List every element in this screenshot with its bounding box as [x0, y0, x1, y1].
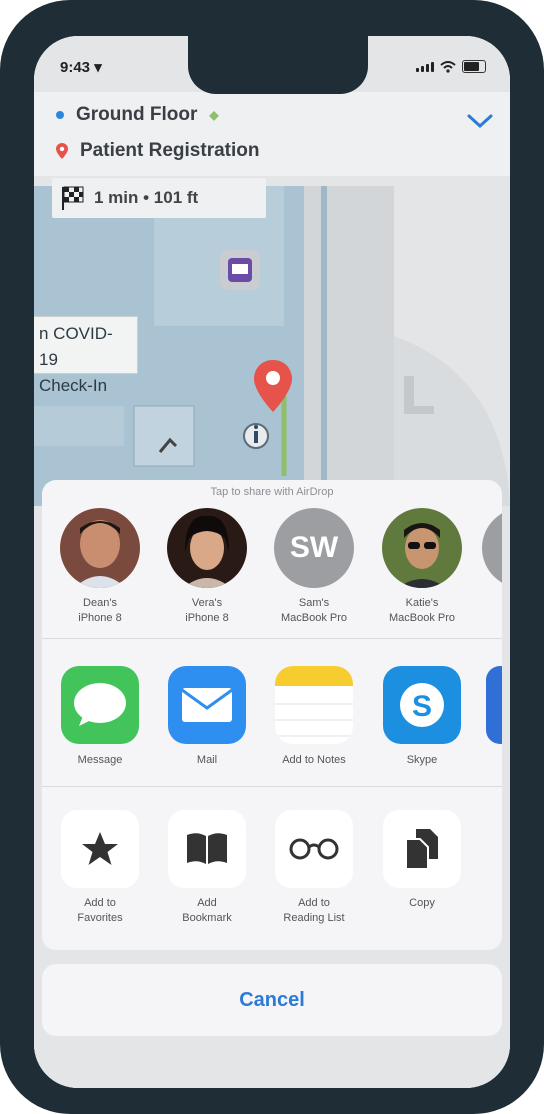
chevron-down-icon[interactable] [466, 112, 494, 130]
action-label: Copy [409, 897, 435, 909]
app-notes[interactable]: Add to Notes [266, 666, 362, 766]
avatar [167, 508, 247, 588]
notch [188, 36, 368, 94]
action-add-bookmark[interactable]: Add Bookmark [159, 810, 255, 926]
wifi-icon [440, 60, 456, 73]
contact-name: Dean's iPhone 8 [78, 597, 122, 624]
app-message[interactable]: Message [52, 666, 148, 766]
destination-pin-icon[interactable] [250, 358, 296, 414]
app-overflow[interactable] [486, 666, 502, 744]
destination-pin-small-icon [56, 143, 68, 159]
app-mail[interactable]: Mail [159, 666, 255, 766]
contact-name: Katie's MacBook Pro [388, 597, 456, 624]
origin-label: Ground Floor [76, 104, 198, 125]
app-label: Mail [196, 754, 218, 766]
eta-chip: 1 min • 101 ft [52, 178, 266, 218]
action-label: Add to Reading List [283, 897, 345, 924]
status-icons [416, 60, 486, 73]
action-copy[interactable]: Copy [374, 810, 470, 911]
skype-icon: S [383, 666, 461, 744]
destination-row[interactable]: Patient Registration [56, 140, 259, 162]
contact-name: Vera's iPhone 8 [185, 597, 229, 624]
app-label: Message [77, 754, 123, 766]
battery-icon [462, 60, 486, 73]
app-skype[interactable]: S Skype [374, 666, 470, 766]
avatar-initials: SW [289, 531, 339, 564]
airdrop-hint: Tap to share with AirDrop [210, 486, 334, 498]
origin-row[interactable]: Ground Floor ◆ [56, 104, 219, 126]
divider [42, 638, 502, 639]
airdrop-contact[interactable]: Katie's MacBook Pro [372, 508, 472, 626]
action-label: Add Bookmark [182, 897, 232, 924]
action-add-to-favorites[interactable]: Add to Favorites [52, 810, 148, 926]
app-label: Add to Notes [282, 754, 346, 766]
airdrop-contact[interactable]: Dean's iPhone 8 [50, 508, 150, 626]
airdrop-contact[interactable]: SW Sam's MacBook Pro [264, 508, 364, 626]
book-icon [168, 810, 246, 888]
share-sheet: Tap to share with AirDrop Dean's iPhone … [42, 480, 502, 950]
avatar: SW [274, 508, 354, 588]
poi-label-line1: n COVID-19 [39, 324, 113, 369]
cancel-button[interactable]: Cancel [42, 964, 502, 1036]
avatar [382, 508, 462, 588]
app-label: Skype [406, 754, 438, 766]
mail-icon [168, 666, 246, 744]
phone-frame: n COVID-19 Check-In Ground Floor ◆ Patie… [0, 0, 544, 1114]
copy-icon [383, 810, 461, 888]
message-icon [61, 666, 139, 744]
divider [42, 786, 502, 787]
airdrop-contact[interactable]: Vera's iPhone 8 [157, 508, 257, 626]
glasses-icon [275, 810, 353, 888]
avatar [60, 508, 140, 588]
screen: n COVID-19 Check-In Ground Floor ◆ Patie… [34, 36, 510, 1088]
poi-covid-checkin[interactable]: n COVID-19 Check-In [34, 316, 138, 395]
status-time: 9:43 ▾ [60, 59, 102, 76]
airdrop-contact-overflow[interactable] [482, 508, 502, 588]
action-label: Add to Favorites [77, 897, 123, 924]
notes-icon [275, 666, 353, 744]
poi-label-line2: Check-In [39, 376, 108, 395]
contact-name: Sam's MacBook Pro [280, 597, 348, 624]
origin-dot-icon [56, 111, 64, 119]
signal-icon [416, 61, 434, 72]
route-header: Ground Floor ◆ Patient Registration [34, 92, 510, 176]
svg-text:S: S [412, 690, 432, 723]
star-icon [61, 810, 139, 888]
eta-text: 1 min • 101 ft [94, 188, 199, 207]
destination-label: Patient Registration [80, 140, 260, 161]
action-add-to-reading-list[interactable]: Add to Reading List [266, 810, 362, 926]
origin-marker-icon: ◆ [209, 108, 219, 122]
checkered-flag-icon [62, 186, 84, 210]
